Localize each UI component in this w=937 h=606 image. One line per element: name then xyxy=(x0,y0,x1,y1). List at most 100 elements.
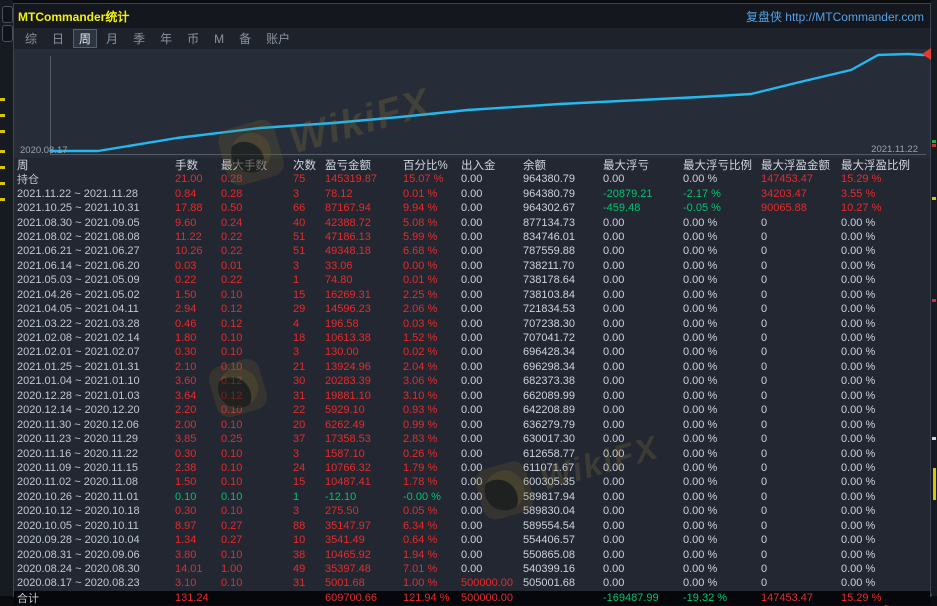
cell: 1.50 xyxy=(175,476,221,488)
cell: 51 xyxy=(293,245,325,257)
title-bar: MTCommander统计 复盘侠 http://MTCommander.com xyxy=(14,4,930,28)
cell: 6.34 % xyxy=(403,520,461,532)
cell: 9.60 xyxy=(175,217,221,229)
table-row[interactable]: 2020.10.12 ~ 2020.10.180.300.103275.500.… xyxy=(14,504,930,518)
cell: 0.84 xyxy=(175,188,221,200)
menu-item-9[interactable]: 备 xyxy=(233,29,257,48)
cell: 16269.31 xyxy=(325,289,403,301)
cell: 0.30 xyxy=(175,505,221,517)
cell: 19881.10 xyxy=(325,390,403,402)
table-row[interactable]: 2021.02.08 ~ 2021.02.141.800.101810613.3… xyxy=(14,331,930,345)
cell: 0.00 xyxy=(603,577,683,589)
homepage-link[interactable]: 复盘侠 http://MTCommander.com xyxy=(746,8,924,25)
menu-item-5[interactable]: 季 xyxy=(127,29,151,48)
cell: 2.06 % xyxy=(403,303,461,315)
cell: 2021.06.14 ~ 2021.06.20 xyxy=(17,260,175,272)
cell: 0.00 xyxy=(461,520,523,532)
cell: 15 xyxy=(293,289,325,301)
table-row[interactable]: 2021.05.03 ~ 2021.05.090.220.22174.800.0… xyxy=(14,273,930,287)
table-row[interactable]: 2020.11.23 ~ 2020.11.293.850.253717358.5… xyxy=(14,432,930,446)
menu-item-10[interactable]: 账户 xyxy=(260,29,296,48)
table-row[interactable]: 2020.12.28 ~ 2021.01.033.640.123119881.1… xyxy=(14,389,930,403)
cell: 0.00 % xyxy=(841,274,927,286)
cell: 0.00 xyxy=(603,173,683,185)
table-row[interactable]: 2021.04.05 ~ 2021.04.112.940.122914596.2… xyxy=(14,302,930,316)
cell: 0.12 xyxy=(221,303,293,315)
table-row[interactable]: 2020.08.17 ~ 2020.08.233.100.10315001.68… xyxy=(14,576,930,590)
table-row[interactable]: 2021.08.02 ~ 2021.08.0811.220.225147186.… xyxy=(14,230,930,244)
cell: 78.12 xyxy=(325,188,403,200)
cell: 2.94 xyxy=(175,303,221,315)
cell: 2.38 xyxy=(175,462,221,474)
cell: 0 xyxy=(761,217,841,229)
background-tick xyxy=(933,468,936,500)
cell: 3.60 xyxy=(175,375,221,387)
table-row[interactable]: 2020.08.24 ~ 2020.08.3014.011.004935397.… xyxy=(14,562,930,576)
column-header: 手数 xyxy=(175,157,221,173)
menu-item-7[interactable]: 币 xyxy=(181,29,205,48)
background-button xyxy=(2,6,13,23)
table-row[interactable]: 2021.01.25 ~ 2021.01.312.100.102113924.9… xyxy=(14,360,930,374)
table-row[interactable]: 2021.01.04 ~ 2021.01.103.600.123020283.3… xyxy=(14,374,930,388)
cell: 0 xyxy=(761,231,841,243)
cell: 0.24 xyxy=(221,217,293,229)
cell: 90065.88 xyxy=(761,202,841,214)
table-row[interactable]: 2020.11.09 ~ 2020.11.152.380.102410766.3… xyxy=(14,461,930,475)
cell: 0.00 % xyxy=(841,375,927,387)
cell: 0.00 % xyxy=(683,563,761,575)
cell: 0.00 xyxy=(603,332,683,344)
cell: 0.00 % xyxy=(683,520,761,532)
cell: 0.00 xyxy=(461,274,523,286)
cell: 611071.67 xyxy=(523,462,603,474)
table-row[interactable]: 2021.03.22 ~ 2021.03.280.460.124196.580.… xyxy=(14,316,930,330)
menu-item-6[interactable]: 年 xyxy=(154,29,178,48)
cell: 0.10 xyxy=(221,577,293,589)
cell: 2021.08.02 ~ 2021.08.08 xyxy=(17,231,175,243)
table-row[interactable]: 2020.10.26 ~ 2020.11.010.100.101-12.10-0… xyxy=(14,490,930,504)
table-row[interactable]: 2021.06.14 ~ 2021.06.200.030.01333.060.0… xyxy=(14,259,930,273)
cell: 0.00 % xyxy=(683,289,761,301)
table-row[interactable]: 2021.11.22 ~ 2021.11.280.840.28378.120.0… xyxy=(14,186,930,200)
table-row[interactable]: 2020.08.31 ~ 2020.09.063.800.103810465.9… xyxy=(14,547,930,561)
cell: 0.46 xyxy=(175,318,221,330)
cell: 0.50 xyxy=(221,202,293,214)
cell: -0.05 % xyxy=(683,202,761,214)
table-row[interactable]: 2021.02.01 ~ 2021.02.070.300.103130.000.… xyxy=(14,345,930,359)
table-row[interactable]: 2021.08.30 ~ 2021.09.059.600.244042388.7… xyxy=(14,215,930,229)
cell: 196.58 xyxy=(325,318,403,330)
table-row[interactable]: 2020.09.28 ~ 2020.10.041.340.27103541.49… xyxy=(14,533,930,547)
cell: 5.08 % xyxy=(403,217,461,229)
cell: 0 xyxy=(761,520,841,532)
table-row[interactable]: 2020.11.16 ~ 2020.11.220.300.1031587.100… xyxy=(14,446,930,460)
cell: 0.00 % xyxy=(683,462,761,474)
table-row[interactable]: 2021.04.26 ~ 2021.05.021.500.101516269.3… xyxy=(14,288,930,302)
cell: 21.00 xyxy=(175,173,221,185)
cell: 3 xyxy=(293,346,325,358)
table-row[interactable]: 2020.11.02 ~ 2020.11.081.500.101510487.4… xyxy=(14,475,930,489)
menu-item-8[interactable]: M xyxy=(208,31,230,47)
table-row[interactable]: 2020.11.30 ~ 2020.12.062.000.10206262.49… xyxy=(14,417,930,431)
cell: 2020.11.16 ~ 2020.11.22 xyxy=(17,448,175,460)
menu-item-2[interactable]: 日 xyxy=(46,29,70,48)
menu-item-4[interactable]: 月 xyxy=(100,29,124,48)
cell: 2020.09.28 ~ 2020.10.04 xyxy=(17,534,175,546)
background-tick xyxy=(0,98,5,101)
table-row[interactable]: 2020.10.05 ~ 2020.10.118.970.278835147.9… xyxy=(14,519,930,533)
cell: 0.00 % xyxy=(841,491,927,503)
background-tick xyxy=(0,114,5,117)
menu-item-3[interactable]: 周 xyxy=(73,29,97,48)
cell: 8.97 xyxy=(175,520,221,532)
cell: 7.01 % xyxy=(403,563,461,575)
menu-item-1[interactable]: 综 xyxy=(19,29,43,48)
table-row[interactable]: 2020.12.14 ~ 2020.12.202.200.10225929.10… xyxy=(14,403,930,417)
total-row[interactable]: 合计131.24609700.66121.94 %500000.00-16948… xyxy=(14,591,930,605)
cell: 0 xyxy=(761,361,841,373)
cell: 5929.10 xyxy=(325,404,403,416)
table-row[interactable]: 持仓21.000.2875145319.8715.07 %0.00964380.… xyxy=(14,172,930,186)
cell: 0.00 % xyxy=(683,303,761,315)
cell: 0 xyxy=(761,289,841,301)
cell: 540399.16 xyxy=(523,563,603,575)
table-row[interactable]: 2021.10.25 ~ 2021.10.3117.880.506687167.… xyxy=(14,201,930,215)
table-row[interactable]: 2021.06.21 ~ 2021.06.2710.260.225149348.… xyxy=(14,244,930,258)
cell: 877134.73 xyxy=(523,217,603,229)
